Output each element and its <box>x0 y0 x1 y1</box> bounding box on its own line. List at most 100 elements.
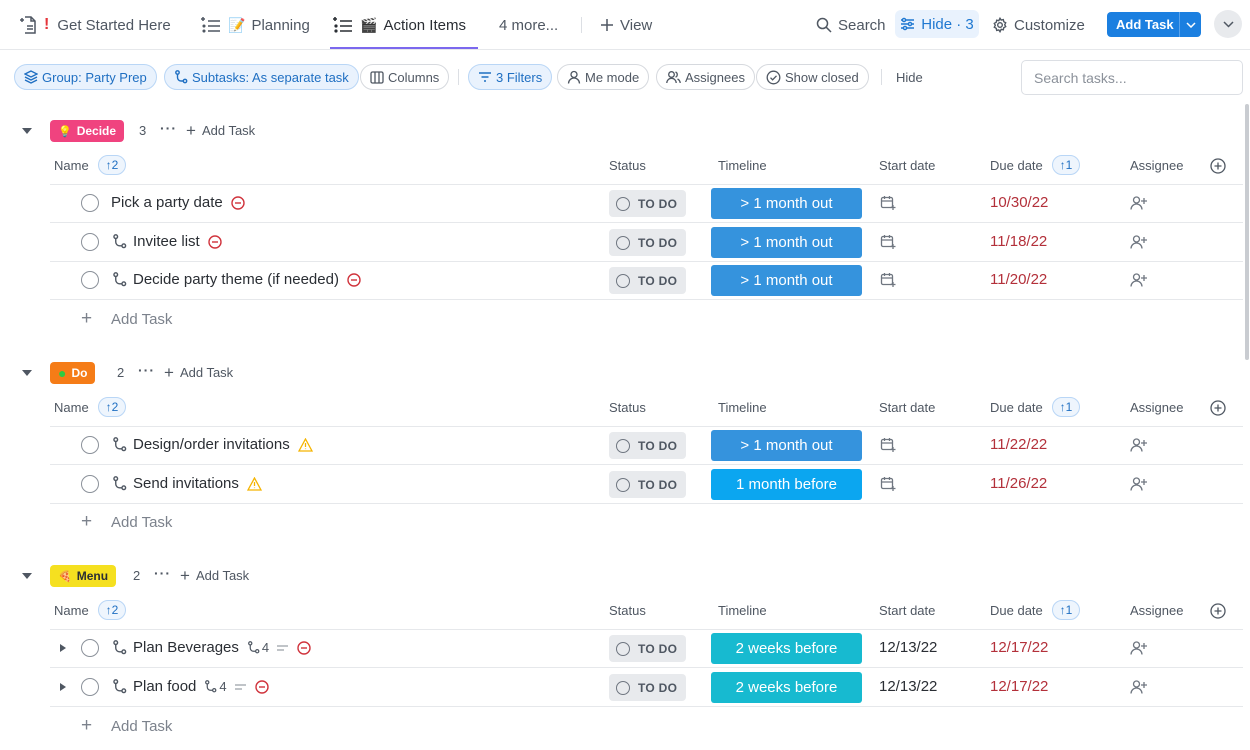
task-checkbox[interactable] <box>81 271 99 289</box>
column-assignee[interactable]: Assignee <box>1130 158 1183 173</box>
column-start-date[interactable]: Start date <box>879 158 935 173</box>
me-mode-chip[interactable]: Me mode <box>557 64 650 90</box>
filters-chip[interactable]: 3 Filters <box>468 64 553 90</box>
due-date[interactable]: 11/20/22 <box>990 271 1047 288</box>
timeline-tag[interactable]: > 1 month out <box>711 265 862 296</box>
more-options-icon[interactable]: ··· <box>138 362 155 378</box>
collapse-caret-icon[interactable] <box>22 128 32 134</box>
task-name[interactable]: Plan Beverages 4 <box>133 639 311 656</box>
group-add-task-button[interactable]: + Add Task <box>180 567 249 584</box>
status-pill[interactable]: TO DO <box>609 471 686 498</box>
subtask-count[interactable]: 4 <box>247 640 269 655</box>
timeline-tag[interactable]: 2 weeks before <box>711 633 862 664</box>
status-pill[interactable]: TO DO <box>609 432 686 459</box>
show-closed-chip[interactable]: Show closed <box>756 64 869 90</box>
collapse-caret-icon[interactable] <box>22 370 32 376</box>
column-name[interactable]: Name <box>54 158 89 173</box>
add-assignee-icon[interactable] <box>1130 437 1148 456</box>
table-row[interactable]: Plan food 4 TO DO 2 weeks before 12/13/2… <box>50 668 1243 707</box>
group-by-chip[interactable]: Group: Party Prep <box>14 64 157 90</box>
due-date[interactable]: 11/22/22 <box>990 436 1047 453</box>
column-due-date[interactable]: Due date <box>990 603 1043 618</box>
tab-planning[interactable]: 📝 Planning <box>200 0 310 50</box>
collapse-toggle[interactable] <box>1214 10 1242 38</box>
column-assignee[interactable]: Assignee <box>1130 603 1183 618</box>
due-date[interactable]: 12/17/22 <box>990 639 1048 656</box>
task-checkbox[interactable] <box>81 436 99 454</box>
timeline-tag[interactable]: > 1 month out <box>711 430 862 461</box>
column-status[interactable]: Status <box>609 400 646 415</box>
due-date[interactable]: 12/17/22 <box>990 678 1048 695</box>
timeline-tag[interactable]: > 1 month out <box>711 188 862 219</box>
add-assignee-icon[interactable] <box>1130 272 1148 291</box>
task-name[interactable]: Invitee list <box>133 233 222 250</box>
due-date[interactable]: 10/30/22 <box>990 194 1048 211</box>
column-assignee[interactable]: Assignee <box>1130 400 1183 415</box>
column-status[interactable]: Status <box>609 603 646 618</box>
add-column-icon[interactable] <box>1210 603 1226 622</box>
table-row[interactable]: Pick a party date TO DO > 1 month out 10… <box>50 184 1243 223</box>
group-add-task-button[interactable]: + Add Task <box>186 122 255 139</box>
table-row[interactable]: Send invitations TO DO 1 month before 11… <box>50 465 1243 504</box>
due-sort-badge[interactable]: ↑ 1 <box>1052 600 1080 620</box>
status-pill[interactable]: TO DO <box>609 229 686 256</box>
add-view-button[interactable]: View <box>600 0 652 50</box>
due-date[interactable]: 11/18/22 <box>990 233 1047 250</box>
calendar-plus-icon[interactable] <box>880 476 896 495</box>
add-column-icon[interactable] <box>1210 158 1226 177</box>
status-pill[interactable]: TO DO <box>609 635 686 662</box>
table-row[interactable]: Plan Beverages 4 TO DO 2 weeks before 12… <box>50 629 1243 668</box>
timeline-tag[interactable]: 2 weeks before <box>711 672 862 703</box>
add-task-row[interactable]: + Add Task <box>50 300 650 338</box>
hide-columns-button[interactable]: Hide · 3 <box>895 10 979 38</box>
name-sort-badge[interactable]: ↑ 2 <box>98 155 126 175</box>
due-date[interactable]: 11/26/22 <box>990 475 1047 492</box>
task-name[interactable]: Pick a party date <box>111 194 245 211</box>
column-name[interactable]: Name <box>54 603 89 618</box>
column-start-date[interactable]: Start date <box>879 400 935 415</box>
table-row[interactable]: Design/order invitations TO DO > 1 month… <box>50 426 1243 465</box>
column-start-date[interactable]: Start date <box>879 603 935 618</box>
add-assignee-icon[interactable] <box>1130 234 1148 253</box>
status-pill[interactable]: TO DO <box>609 674 686 701</box>
tab-get-started-here[interactable]: ! Get Started Here <box>18 0 171 50</box>
group-badge[interactable]: 🍕 Menu <box>50 565 117 587</box>
group-add-task-button[interactable]: + Add Task <box>164 364 233 381</box>
more-options-icon[interactable]: ··· <box>160 120 177 136</box>
start-date[interactable]: 12/13/22 <box>879 678 937 695</box>
add-assignee-icon[interactable] <box>1130 476 1148 495</box>
tab-more[interactable]: 4 more... <box>499 0 558 50</box>
status-pill[interactable]: TO DO <box>609 190 686 217</box>
group-badge[interactable]: ● Do <box>50 362 96 384</box>
status-pill[interactable]: TO DO <box>609 267 686 294</box>
calendar-plus-icon[interactable] <box>880 437 896 456</box>
table-row[interactable]: Invitee list TO DO > 1 month out 11/18/2… <box>50 223 1243 262</box>
task-checkbox[interactable] <box>81 194 99 212</box>
calendar-plus-icon[interactable] <box>880 195 896 214</box>
timeline-tag[interactable]: > 1 month out <box>711 227 862 258</box>
expand-caret-icon[interactable] <box>60 683 66 691</box>
task-checkbox[interactable] <box>81 678 99 696</box>
column-timeline[interactable]: Timeline <box>718 603 767 618</box>
column-status[interactable]: Status <box>609 158 646 173</box>
add-assignee-icon[interactable] <box>1130 679 1148 698</box>
start-date[interactable]: 12/13/22 <box>879 639 937 656</box>
add-column-icon[interactable] <box>1210 400 1226 419</box>
add-task-button[interactable]: Add Task <box>1107 12 1201 37</box>
subtask-count[interactable]: 4 <box>204 679 227 694</box>
hide-filter-button[interactable]: Hide <box>896 64 923 90</box>
add-task-row[interactable]: + Add Task <box>50 707 650 745</box>
task-checkbox[interactable] <box>81 233 99 251</box>
task-name[interactable]: Decide party theme (if needed) <box>133 271 361 288</box>
column-timeline[interactable]: Timeline <box>718 400 767 415</box>
table-row[interactable]: Decide party theme (if needed) TO DO > 1… <box>50 261 1243 300</box>
add-assignee-icon[interactable] <box>1130 640 1148 659</box>
group-badge[interactable]: 💡 Decide <box>50 120 125 142</box>
name-sort-badge[interactable]: ↑ 2 <box>98 397 126 417</box>
tab-action-items[interactable]: 🎬 Action Items <box>332 0 466 50</box>
timeline-tag[interactable]: 1 month before <box>711 469 862 500</box>
search-tasks-input[interactable] <box>1021 60 1243 95</box>
task-name[interactable]: Send invitations <box>133 475 262 492</box>
column-due-date[interactable]: Due date <box>990 400 1043 415</box>
search-button[interactable]: Search <box>816 0 886 50</box>
